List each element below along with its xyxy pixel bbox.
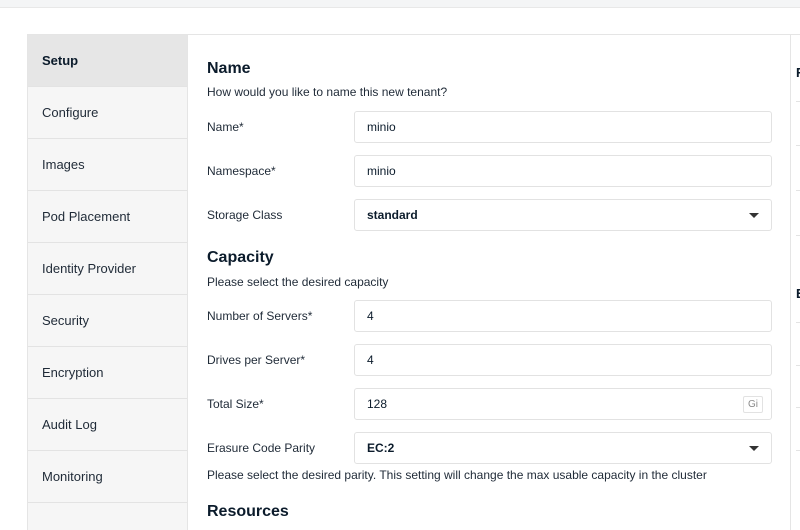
sidebar-item-audit-log[interactable]: Audit Log [28,399,187,451]
drives-input[interactable] [367,353,771,367]
sidebar-item-label: Setup [42,53,79,68]
drives-field[interactable] [354,344,772,376]
servers-field[interactable] [354,300,772,332]
total-size-input[interactable] [367,397,771,411]
summary-divider [796,450,800,451]
parity-help-text: Please select the desired parity. This s… [207,468,707,482]
sidebar-item-label: Security [42,313,89,328]
summary-divider [796,365,800,366]
sidebar-item-label: Encryption [42,365,104,380]
parity-value: EC:2 [367,441,395,455]
namespace-field[interactable] [354,155,772,187]
parity-select[interactable]: EC:2 [354,432,772,464]
storage-class-label: Storage Class [207,208,283,222]
drives-label: Drives per Server* [207,353,306,367]
sidebar-item-pod-placement[interactable]: Pod Placement [28,191,187,243]
summary-divider [796,145,800,146]
summary-divider [796,322,800,323]
storage-class-select[interactable]: standard [354,199,772,231]
caret-down-icon [749,213,759,218]
size-unit-badge[interactable]: Gi [743,396,763,413]
name-label: Name* [207,120,244,134]
total-size-field[interactable]: Gi [354,388,772,420]
summary-panel: F E [790,35,800,530]
servers-input[interactable] [367,309,771,323]
sidebar-item-label: Audit Log [42,417,97,432]
name-section-title: Name [207,60,251,77]
caret-down-icon [749,446,759,451]
summary-divider [796,190,800,191]
sidebar-item-label: Pod Placement [42,209,131,224]
summary-divider [796,101,800,102]
sidebar-item-security[interactable]: Security [28,295,187,347]
summary-heading-2: E [796,286,800,301]
sidebar-item-label: Identity Provider [42,261,136,276]
resources-section-title: Resources [207,503,289,520]
sidebar-item-setup[interactable]: Setup [28,35,187,87]
sidebar-item-label: Monitoring [42,469,103,484]
tenant-wizard: Setup Configure Images Pod Placement Ide… [27,34,800,530]
servers-label: Number of Servers* [207,309,313,323]
sidebar-item-configure[interactable]: Configure [28,87,187,139]
sidebar-item-encryption[interactable]: Encryption [28,347,187,399]
name-input[interactable] [367,120,771,134]
capacity-section-description: Please select the desired capacity [207,275,389,289]
sidebar-item-label: Images [42,157,85,172]
summary-divider [796,235,800,236]
namespace-label: Namespace* [207,164,276,178]
top-bar [0,0,800,8]
parity-label: Erasure Code Parity [207,441,316,455]
sidebar-item-label: Configure [42,105,99,120]
name-section-description: How would you like to name this new tena… [207,85,448,99]
sidebar-item-identity-provider[interactable]: Identity Provider [28,243,187,295]
summary-heading-1: F [796,65,800,80]
sidebar-item-monitoring[interactable]: Monitoring [28,451,187,503]
namespace-input[interactable] [367,164,771,178]
wizard-sidebar: Setup Configure Images Pod Placement Ide… [28,35,188,530]
total-size-label: Total Size* [207,397,264,411]
storage-class-value: standard [367,208,418,222]
sidebar-item-images[interactable]: Images [28,139,187,191]
capacity-section-title: Capacity [207,249,274,266]
name-field[interactable] [354,111,772,143]
summary-divider [796,407,800,408]
